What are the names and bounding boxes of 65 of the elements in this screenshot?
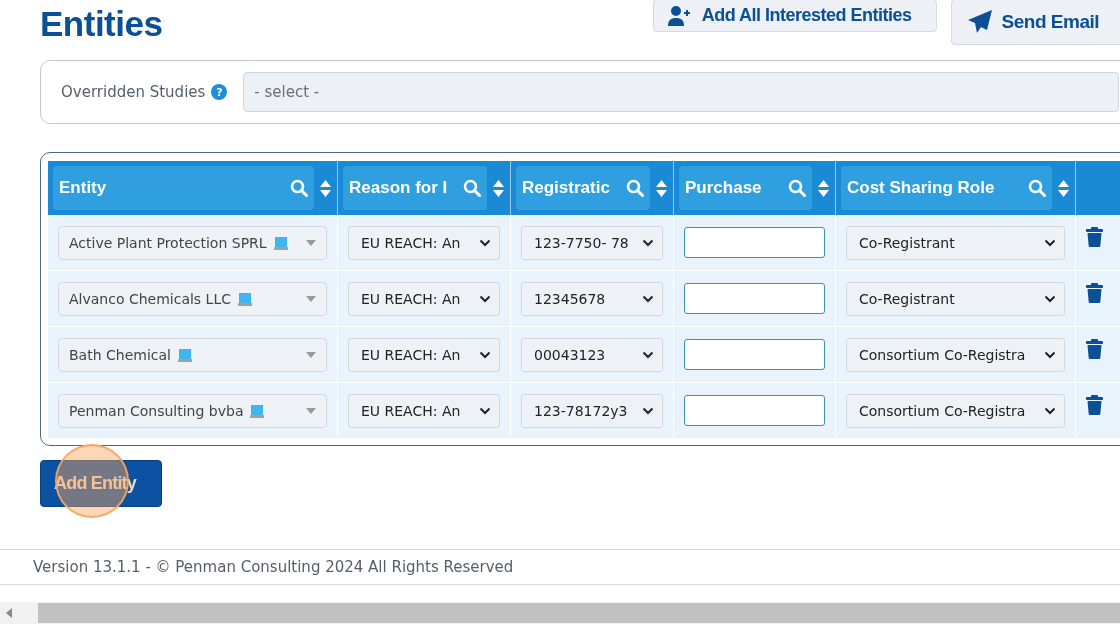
- studies-select[interactable]: - select -: [243, 72, 1119, 112]
- caret-icon: [306, 407, 316, 414]
- chevron-icon: [479, 406, 491, 415]
- caret-icon: [306, 295, 316, 302]
- purchase-input[interactable]: [684, 339, 825, 370]
- search-icon[interactable]: [290, 179, 308, 197]
- sort-icon[interactable]: [656, 179, 667, 197]
- chevron-icon: [642, 406, 654, 415]
- chevron-icon: [1044, 238, 1056, 247]
- sort-icon[interactable]: [818, 179, 829, 197]
- chevron-icon: [1044, 350, 1056, 359]
- delete-icon[interactable]: [1086, 283, 1103, 303]
- chevron-icon: [1044, 294, 1056, 303]
- entity-select[interactable]: Alvanco Chemicals LLC: [58, 281, 327, 316]
- sort-icon[interactable]: [1058, 179, 1069, 197]
- purchase-input[interactable]: [684, 227, 825, 258]
- laptop-icon: [249, 402, 266, 419]
- sort-icon[interactable]: [320, 179, 331, 197]
- registration-select[interactable]: 123-78172y3: [521, 393, 663, 428]
- search-icon[interactable]: [463, 179, 481, 197]
- reason-select[interactable]: EU REACH: An: [348, 225, 500, 260]
- search-icon[interactable]: [1028, 179, 1046, 197]
- entity-select[interactable]: Active Plant Protection SPRL: [58, 225, 327, 260]
- entity-select[interactable]: Penman Consulting bvba: [58, 393, 327, 428]
- registration-select[interactable]: 12345678: [521, 281, 663, 316]
- laptop-icon: [176, 346, 193, 363]
- horizontal-scrollbar[interactable]: [0, 602, 1120, 624]
- field-label: Overridden Studies: [61, 83, 206, 101]
- help-icon[interactable]: ?: [211, 84, 228, 100]
- reason-select[interactable]: EU REACH: An: [348, 337, 500, 372]
- chevron-icon: [642, 350, 654, 359]
- entity-select[interactable]: Bath Chemical: [58, 337, 327, 372]
- chevron-icon: [642, 238, 654, 247]
- page-title: Entities: [40, 4, 163, 44]
- delete-icon[interactable]: [1086, 227, 1103, 247]
- registration-select[interactable]: 123-7750- 78: [521, 225, 663, 260]
- search-icon[interactable]: [626, 179, 644, 197]
- caret-icon: [306, 351, 316, 358]
- add-entities-button[interactable]: Add All Interested Entities: [652, 0, 937, 32]
- sort-icon[interactable]: [493, 179, 504, 197]
- reason-select[interactable]: EU REACH: An: [348, 393, 500, 428]
- chevron-icon: [642, 294, 654, 303]
- role-select[interactable]: Consortium Co-Registra: [846, 337, 1065, 372]
- reason-select[interactable]: EU REACH: An: [348, 281, 500, 316]
- delete-icon[interactable]: [1086, 395, 1103, 415]
- delete-icon[interactable]: [1086, 339, 1103, 359]
- laptop-icon: [272, 234, 289, 251]
- chevron-icon: [479, 238, 491, 247]
- chevron-icon: [479, 294, 491, 303]
- caret-icon: [306, 239, 316, 246]
- search-icon[interactable]: [788, 179, 806, 197]
- chevron-icon: [1044, 406, 1056, 415]
- chevron-icon: [479, 350, 491, 359]
- laptop-icon: [237, 290, 253, 307]
- role-select[interactable]: Co-Registrant: [846, 281, 1065, 316]
- registration-select[interactable]: 00043123: [521, 337, 663, 372]
- scroll-left-icon[interactable]: [6, 608, 14, 618]
- role-select[interactable]: Co-Registrant: [846, 225, 1065, 260]
- role-select[interactable]: Consortium Co-Registra: [846, 393, 1065, 428]
- send-icon: [967, 10, 992, 34]
- purchase-input[interactable]: [684, 395, 825, 426]
- send-email-button[interactable]: Send Email: [950, 0, 1120, 45]
- purchase-input[interactable]: [684, 283, 825, 314]
- footer-text: Version 13.1.1 - © Penman Consulting 2024 All Rights Reserved: [33, 558, 514, 576]
- user-plus-icon: [667, 5, 692, 26]
